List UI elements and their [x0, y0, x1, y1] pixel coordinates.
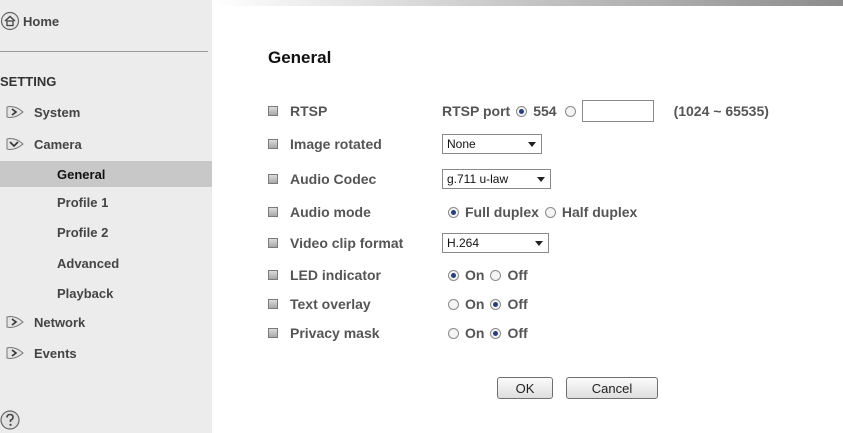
- sidebar-item-label: System: [34, 104, 81, 120]
- home-icon: [0, 11, 20, 31]
- video-clip-format-value: H.264: [447, 236, 480, 250]
- bullet-icon: [268, 174, 278, 184]
- rtsp-row: RTSP: [268, 99, 327, 123]
- bullet-icon: [268, 106, 278, 116]
- privacy-mask-controls: On Off: [448, 321, 528, 345]
- led-indicator-on-label: On: [465, 267, 485, 283]
- led-indicator-controls: On Off: [448, 263, 528, 287]
- bullet-icon: [268, 139, 278, 149]
- text-overlay-off-label: Off: [507, 296, 528, 312]
- text-overlay-off-radio[interactable]: [490, 298, 502, 310]
- privacy-mask-on-label: On: [465, 325, 485, 341]
- sidebar-subitem-general[interactable]: General: [0, 161, 212, 187]
- chevron-down-icon: [528, 141, 536, 147]
- sidebar-subitem-profile-2[interactable]: Profile 2: [0, 219, 212, 245]
- rtsp-port-controls: RTSP port 554 (1024 ~ 65535): [442, 99, 769, 123]
- chevron-right-icon: [6, 347, 24, 359]
- audio-mode-half-duplex-label: Half duplex: [561, 204, 638, 220]
- led-indicator-off-radio[interactable]: [490, 269, 502, 281]
- image-rotated-value: None: [447, 137, 476, 151]
- audio-codec-row: Audio Codec: [268, 167, 376, 191]
- text-overlay-controls: On Off: [448, 292, 528, 316]
- audio-codec-control: g.711 u-law: [442, 167, 551, 191]
- chevron-down-icon: [537, 176, 545, 182]
- audio-mode-row: Audio mode: [268, 200, 371, 224]
- video-clip-format-label: Video clip format: [290, 235, 404, 251]
- home-label: Home: [23, 13, 60, 29]
- led-indicator-on-radio[interactable]: [448, 269, 459, 281]
- sidebar-subitem-advanced[interactable]: Advanced: [0, 250, 212, 276]
- text-overlay-on-label: On: [465, 296, 485, 312]
- sidebar-item-label: Network: [34, 314, 86, 330]
- audio-codec-label: Audio Codec: [290, 171, 377, 187]
- sidebar-subitem-playback[interactable]: Playback: [0, 280, 212, 306]
- text-overlay-on-radio[interactable]: [448, 298, 459, 310]
- audio-mode-half-duplex-radio[interactable]: [544, 206, 556, 218]
- bullet-icon: [268, 238, 278, 248]
- rtsp-port-input[interactable]: [581, 100, 654, 122]
- sidebar-item-system[interactable]: System: [0, 101, 212, 123]
- audio-mode-full-duplex-radio[interactable]: [448, 206, 459, 218]
- chevron-right-icon: [6, 316, 24, 328]
- rtsp-port-custom-radio[interactable]: [564, 105, 576, 117]
- text-overlay-row: Text overlay: [268, 292, 371, 316]
- sidebar: Home SETTING System Camera General Profi…: [0, 0, 212, 433]
- privacy-mask-row: Privacy mask: [268, 321, 380, 345]
- page-title: General: [268, 48, 332, 67]
- video-clip-format-control: H.264: [442, 231, 549, 255]
- help-icon[interactable]: [0, 410, 20, 430]
- chevron-down-icon: [6, 138, 24, 150]
- audio-mode-full-duplex-label: Full duplex: [465, 204, 539, 220]
- bullet-icon: [268, 207, 278, 217]
- ok-button[interactable]: OK: [497, 377, 553, 399]
- video-clip-format-select[interactable]: H.264: [442, 233, 549, 253]
- audio-mode-controls: Full duplex Half duplex: [448, 200, 637, 224]
- video-clip-format-row: Video clip format: [268, 231, 403, 255]
- privacy-mask-off-radio[interactable]: [490, 327, 502, 339]
- led-indicator-label: LED indicator: [290, 267, 382, 283]
- sidebar-item-label: Events: [34, 345, 77, 361]
- cancel-button[interactable]: Cancel: [566, 377, 658, 399]
- rtsp-port-default-value: 554: [533, 103, 557, 119]
- audio-codec-select[interactable]: g.711 u-law: [442, 169, 551, 189]
- image-rotated-label: Image rotated: [290, 136, 382, 152]
- privacy-mask-off-label: Off: [507, 325, 528, 341]
- sidebar-item-events[interactable]: Events: [0, 342, 212, 364]
- sidebar-item-camera[interactable]: Camera: [0, 133, 212, 155]
- privacy-mask-label: Privacy mask: [290, 325, 380, 341]
- sidebar-subitem-profile-1[interactable]: Profile 1: [0, 189, 212, 215]
- image-rotated-row: Image rotated: [268, 132, 382, 156]
- rtsp-port-default-radio[interactable]: [516, 105, 528, 117]
- image-rotated-select[interactable]: None: [442, 134, 542, 154]
- rtsp-port-range: (1024 ~ 65535): [673, 103, 769, 119]
- top-accent-bar: [212, 0, 843, 6]
- led-indicator-off-label: Off: [507, 267, 528, 283]
- rtsp-label: RTSP: [290, 103, 328, 119]
- text-overlay-label: Text overlay: [290, 296, 371, 312]
- privacy-mask-on-radio[interactable]: [448, 327, 459, 339]
- bullet-icon: [268, 299, 278, 309]
- bullet-icon: [268, 270, 278, 280]
- rtsp-port-label: RTSP port: [442, 103, 511, 119]
- sidebar-divider: [0, 51, 208, 52]
- setting-heading: SETTING: [0, 74, 57, 89]
- image-rotated-control: None: [442, 132, 542, 156]
- audio-codec-value: g.711 u-law: [447, 172, 509, 186]
- chevron-down-icon: [535, 240, 543, 246]
- led-indicator-row: LED indicator: [268, 263, 381, 287]
- home-link[interactable]: Home: [0, 8, 59, 34]
- audio-mode-label: Audio mode: [290, 204, 371, 220]
- sidebar-item-network[interactable]: Network: [0, 311, 212, 333]
- sidebar-item-label: Camera: [34, 136, 82, 152]
- chevron-right-icon: [6, 106, 24, 118]
- bullet-icon: [268, 328, 278, 338]
